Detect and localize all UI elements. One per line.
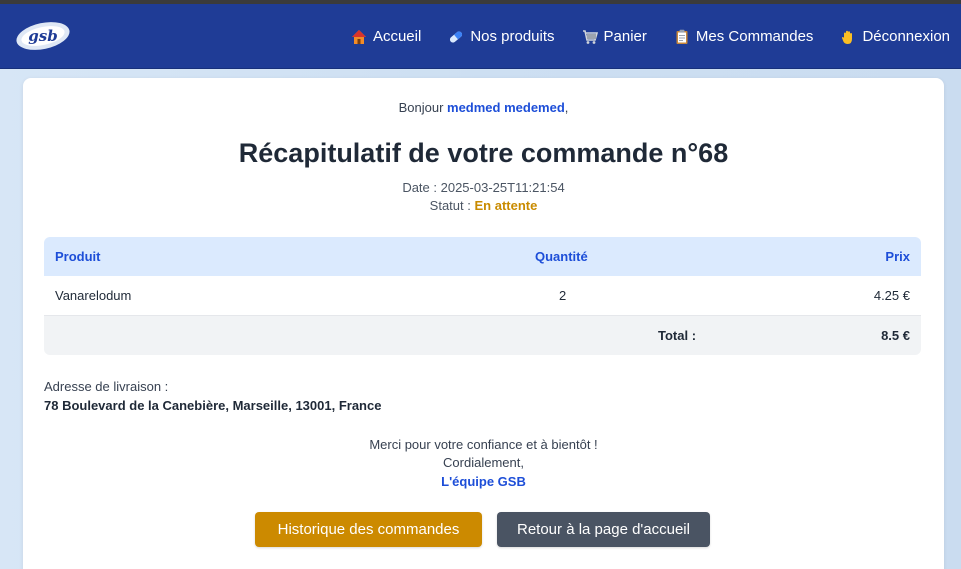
pill-icon: [448, 29, 464, 45]
header-quantite: Quantité: [535, 249, 588, 264]
nav-nos-produits[interactable]: Nos produits: [448, 28, 555, 45]
nav-accueil[interactable]: Accueil: [351, 28, 421, 45]
order-status: Statut : En attente: [23, 198, 944, 213]
closing-signature: L'équipe GSB: [441, 474, 526, 489]
table-total-row: Total : 8.5 €: [44, 316, 921, 355]
nav-mes-commandes[interactable]: Mes Commandes: [674, 28, 814, 45]
header-prix: Prix: [885, 249, 910, 264]
order-status-label: Statut :: [429, 198, 475, 213]
waving-hand-icon: [840, 29, 856, 45]
order-date: Date : 2025-03-25T11:21:54: [23, 180, 944, 195]
order-history-button[interactable]: Historique des commandes: [255, 512, 482, 547]
greeting: Bonjour medmed medemed,: [23, 100, 944, 115]
closing-regards: Cordialement,: [443, 455, 524, 470]
page-title: Récapitulatif de votre commande n°68: [238, 138, 729, 168]
nav-label: Mes Commandes: [695, 28, 814, 45]
navbar: gsb Accueil Nos produits Panier Mes Comm…: [0, 4, 961, 69]
greeting-suffix: ,: [564, 100, 569, 115]
thanks-message: Merci pour votre confiance et à bientôt …: [369, 437, 598, 452]
nav-label: Panier: [603, 28, 647, 45]
total-label: Total :: [658, 328, 697, 343]
nav-label: Accueil: [372, 28, 422, 45]
cell-price: 4.25 €: [873, 288, 910, 303]
clipboard-icon: [674, 29, 690, 45]
nav-label: Nos produits: [470, 28, 555, 45]
total-value: 8.5 €: [881, 328, 910, 343]
nav-deconnexion[interactable]: Déconnexion: [840, 28, 950, 45]
cell-quantity: 2: [559, 288, 567, 303]
order-date-value: 2025-03-25T11:21:54: [440, 180, 565, 195]
order-date-label: Date :: [402, 180, 441, 195]
svg-text:gsb: gsb: [28, 27, 57, 45]
table-row: Vanarelodum 2 4.25 €: [44, 276, 921, 316]
order-table: Produit Quantité Prix Vanarelodum 2 4.25…: [44, 237, 921, 355]
greeting-prefix: Bonjour: [398, 100, 448, 115]
user-name: medmed medemed: [447, 100, 565, 115]
delivery-address-label: Adresse de livraison :: [44, 379, 169, 394]
gsb-logo[interactable]: gsb: [14, 18, 72, 52]
status-badge: En attente: [474, 198, 538, 213]
header-produit: Produit: [55, 249, 101, 264]
cart-icon: [582, 29, 598, 45]
nav-panier[interactable]: Panier: [582, 28, 647, 45]
order-summary-card: Bonjour medmed medemed, Récapitulatif de…: [23, 78, 944, 569]
nav-label: Déconnexion: [862, 28, 950, 45]
cell-product: Vanarelodum: [55, 288, 132, 303]
house-icon: [351, 29, 367, 45]
back-home-button[interactable]: Retour à la page d'accueil: [497, 512, 710, 547]
delivery-address: 78 Boulevard de la Canebière, Marseille,…: [44, 398, 382, 413]
table-header: Produit Quantité Prix: [44, 237, 921, 276]
